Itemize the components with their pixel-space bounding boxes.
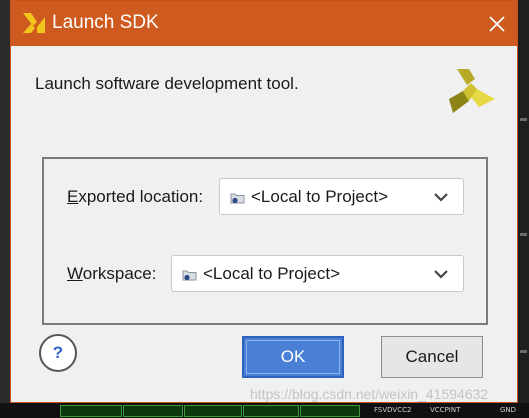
help-icon: ? (52, 343, 64, 362)
xilinx-logo-icon (23, 13, 45, 33)
ok-label: OK (280, 347, 306, 366)
dialog-description: Launch software development tool. (35, 74, 299, 93)
background-label: VCCPINT (430, 406, 461, 414)
location-group: Exported location: <Local to Project> Wo… (42, 157, 488, 325)
exported-location-dropdown[interactable]: <Local to Project> (219, 178, 464, 215)
background-marker (520, 233, 527, 236)
background-label: GND (500, 406, 517, 414)
chevron-down-icon (434, 270, 448, 279)
cancel-button[interactable]: Cancel (381, 336, 483, 378)
background-cell (243, 405, 299, 417)
background-marker (520, 350, 527, 353)
dialog-title: Launch SDK (52, 12, 159, 33)
ok-button[interactable]: OK (242, 336, 344, 378)
background-label: FSVDVCC2 (374, 406, 412, 414)
background-app-strip (518, 0, 529, 418)
background-cell (123, 405, 183, 417)
background-cell (184, 405, 242, 417)
close-icon[interactable] (482, 9, 512, 39)
cancel-label: Cancel (405, 347, 459, 366)
folder-icon (230, 193, 245, 204)
exported-location-label: Exported location: (67, 187, 204, 206)
title-bar[interactable]: Launch SDK (11, 1, 517, 46)
launch-sdk-dialog: Launch SDK Launch software development t… (10, 0, 518, 403)
background-app-footer: FSVDVCC2 VCCPINT GND (0, 403, 529, 418)
background-cell (60, 405, 122, 417)
background-marker (520, 118, 527, 121)
folder-icon (182, 270, 197, 281)
background-cell (300, 405, 360, 417)
workspace-value: <Local to Project> (203, 264, 341, 283)
chevron-down-icon (434, 193, 448, 202)
xilinx-logo-icon (449, 69, 495, 113)
workspace-dropdown[interactable]: <Local to Project> (171, 255, 464, 292)
watermark: https://blog.csdn.net/weixin_41594632 (250, 386, 489, 402)
workspace-label: Workspace: (67, 264, 157, 283)
exported-location-value: <Local to Project> (251, 187, 389, 206)
help-button[interactable]: ? (39, 334, 77, 372)
